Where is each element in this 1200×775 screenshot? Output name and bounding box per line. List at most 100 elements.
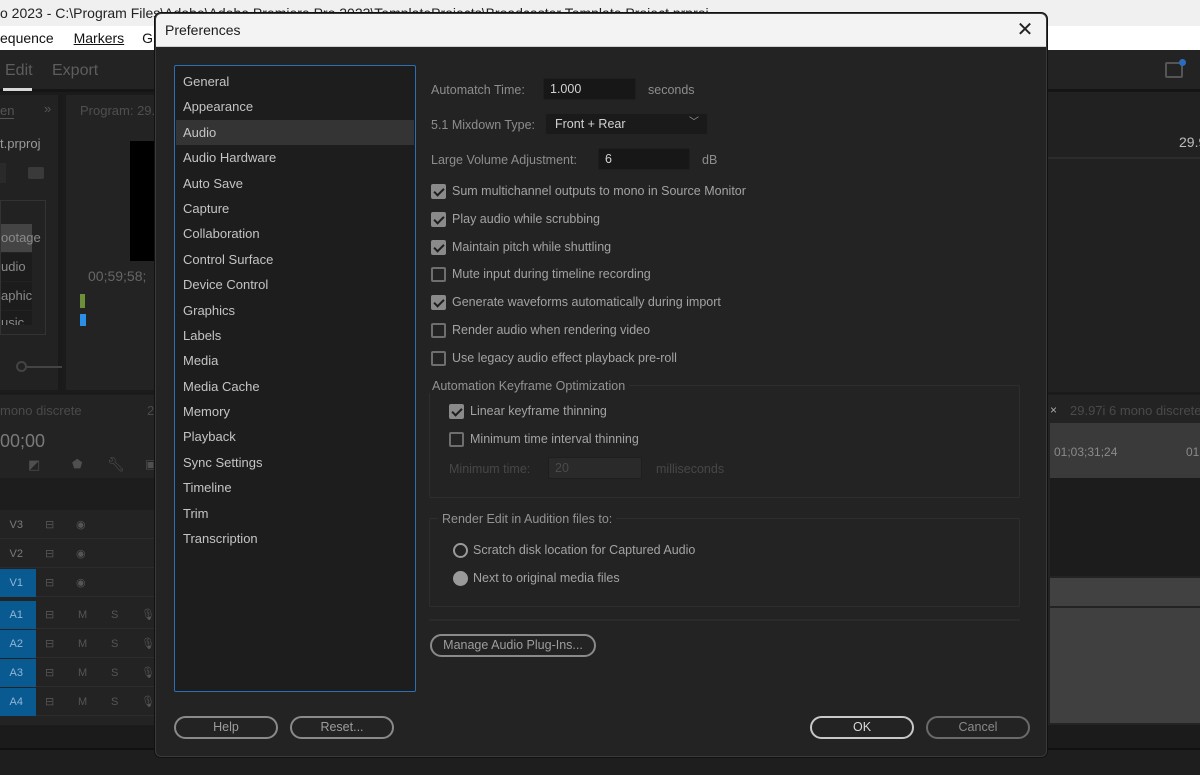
solo-button[interactable]: S — [111, 688, 118, 716]
scratch-disk-radio-row[interactable]: Scratch disk location for Captured Audio — [453, 540, 695, 560]
category-item-sync-settings[interactable]: Sync Settings — [176, 450, 414, 475]
sync-lock-icon[interactable]: ⊟ — [45, 630, 54, 658]
ok-button[interactable]: OK — [810, 716, 914, 739]
track-label[interactable]: A3 — [0, 659, 36, 687]
marker-icon[interactable]: ⬟ — [72, 457, 82, 471]
radio-selected[interactable] — [453, 570, 468, 586]
checkbox-checked[interactable] — [431, 294, 446, 310]
mixdown-type-dropdown[interactable]: Front + Rear ﹀ — [545, 113, 708, 135]
solo-button[interactable]: S — [111, 630, 118, 658]
checkbox-unchecked[interactable] — [449, 431, 464, 447]
sync-lock-icon[interactable]: ⊟ — [45, 688, 54, 716]
track-label[interactable]: A1 — [0, 601, 36, 629]
timeline-ruler[interactable]: 01;03;31;24 01 — [1050, 423, 1200, 478]
category-item-playback[interactable]: Playback — [176, 424, 414, 449]
sync-lock-icon[interactable]: ⊟ — [45, 511, 54, 539]
menu-item-markers[interactable]: Markers — [74, 30, 125, 46]
checkbox-checked[interactable] — [449, 403, 464, 419]
bin-item[interactable]: ootage — [1, 224, 41, 252]
category-item-trim[interactable]: Trim — [176, 501, 414, 526]
checkbox-checked[interactable] — [431, 239, 446, 255]
category-item-capture[interactable]: Capture — [176, 196, 414, 221]
category-item-audio[interactable]: Audio — [176, 119, 414, 146]
mute-button[interactable]: M — [78, 630, 87, 658]
sequence-tab-label[interactable]: mono discrete — [0, 403, 82, 418]
category-item-device-control[interactable]: Device Control — [176, 272, 414, 297]
category-item-timeline[interactable]: Timeline — [176, 475, 414, 500]
sync-lock-icon[interactable]: ⊟ — [45, 659, 54, 687]
sync-lock-icon[interactable]: ⊟ — [45, 540, 54, 568]
eye-icon[interactable]: ◉ — [76, 569, 86, 597]
microphone-icon[interactable]: 🎙︎ — [141, 688, 155, 716]
mute-button[interactable]: M — [78, 659, 87, 687]
eye-icon[interactable]: ◉ — [76, 540, 86, 568]
manage-audio-plugins-button[interactable]: Manage Audio Plug-Ins... — [430, 634, 596, 657]
panel-overflow-icon[interactable]: » — [44, 101, 51, 116]
eye-icon[interactable]: ◉ — [76, 511, 86, 539]
solo-button[interactable]: S — [111, 601, 118, 629]
min-interval-thinning-checkbox-row[interactable]: Minimum time interval thinning — [449, 429, 639, 449]
track-label[interactable]: A2 — [0, 630, 36, 658]
category-item-appearance[interactable]: Appearance — [176, 94, 414, 119]
checkbox-unchecked[interactable] — [431, 266, 446, 282]
category-item-media[interactable]: Media — [176, 348, 414, 373]
zoom-slider-track[interactable] — [27, 366, 62, 368]
mute-input-checkbox-row[interactable]: Mute input during timeline recording — [431, 264, 651, 284]
bin-item[interactable]: udio — [1, 253, 32, 281]
microphone-icon[interactable]: 🎙︎ — [141, 659, 155, 687]
solo-button[interactable]: S — [111, 659, 118, 687]
generate-waveforms-checkbox-row[interactable]: Generate waveforms automatically during … — [431, 292, 721, 312]
play-audio-scrubbing-checkbox-row[interactable]: Play audio while scrubbing — [431, 209, 600, 229]
project-panel-tab[interactable]: en — [0, 103, 15, 119]
checkbox-unchecked[interactable] — [431, 322, 446, 338]
workspace-tab-export[interactable]: Export — [52, 62, 98, 80]
wrench-icon[interactable]: 🔧︎ — [107, 456, 125, 473]
reset-button[interactable]: Reset... — [290, 716, 394, 739]
category-item-media-cache[interactable]: Media Cache — [176, 374, 414, 399]
microphone-icon[interactable]: 🎙︎ — [141, 630, 155, 658]
category-item-transcription[interactable]: Transcription — [176, 526, 414, 551]
checkbox-checked[interactable] — [431, 211, 446, 227]
category-item-auto-save[interactable]: Auto Save — [176, 171, 414, 196]
next-to-media-radio-row[interactable]: Next to original media files — [453, 568, 620, 588]
category-item-audio-hardware[interactable]: Audio Hardware — [176, 145, 414, 170]
category-item-labels[interactable]: Labels — [176, 323, 414, 348]
close-sequence-icon[interactable]: × — [1050, 403, 1057, 417]
bin-item[interactable]: usic — [1, 311, 32, 325]
checkbox-unchecked[interactable] — [431, 350, 446, 366]
category-item-collaboration[interactable]: Collaboration — [176, 221, 414, 246]
category-item-control-surface[interactable]: Control Surface — [176, 247, 414, 272]
track-label[interactable]: A4 — [0, 688, 36, 716]
search-field[interactable] — [0, 163, 6, 183]
zoom-slider-handle[interactable] — [16, 361, 27, 372]
cancel-button[interactable]: Cancel — [926, 716, 1030, 739]
automatch-time-input[interactable]: 1.000 — [543, 78, 636, 100]
microphone-icon[interactable]: 🎙︎ — [141, 601, 155, 629]
category-item-memory[interactable]: Memory — [176, 399, 414, 424]
render-audio-checkbox-row[interactable]: Render audio when rendering video — [431, 320, 650, 340]
search-icon[interactable] — [28, 167, 44, 179]
minimum-time-input[interactable]: 20 — [548, 457, 642, 479]
maintain-pitch-checkbox-row[interactable]: Maintain pitch while shuttling — [431, 237, 611, 257]
menu-item-sequence[interactable]: equence — [0, 30, 54, 46]
linear-keyframe-thinning-checkbox-row[interactable]: Linear keyframe thinning — [449, 401, 607, 421]
legacy-preroll-checkbox-row[interactable]: Use legacy audio effect playback pre-rol… — [431, 348, 677, 368]
checkbox-checked[interactable] — [431, 183, 446, 199]
radio-unselected[interactable] — [453, 542, 468, 558]
sum-multichannel-checkbox-row[interactable]: Sum multichannel outputs to mono in Sour… — [431, 181, 746, 201]
mute-button[interactable]: M — [78, 688, 87, 716]
insert-edit-icon[interactable]: ◩ — [28, 457, 40, 473]
close-icon[interactable]: ✕ — [1012, 17, 1038, 43]
sync-lock-icon[interactable]: ⊟ — [45, 601, 54, 629]
track-label[interactable]: V1 — [0, 569, 36, 597]
workspace-tab-edit[interactable]: Edit — [5, 62, 33, 80]
sync-lock-icon[interactable]: ⊟ — [45, 569, 54, 597]
category-item-graphics[interactable]: Graphics — [176, 298, 414, 323]
track-label[interactable]: V3 — [0, 511, 36, 539]
help-button[interactable]: Help — [174, 716, 278, 739]
large-volume-input[interactable]: 6 — [598, 148, 690, 170]
category-item-general[interactable]: General — [176, 69, 414, 94]
track-label[interactable]: V2 — [0, 540, 36, 568]
bin-item[interactable]: aphic — [1, 282, 32, 310]
sequence-tab-label[interactable]: 29.97i 6 mono discrete — [1070, 403, 1200, 418]
